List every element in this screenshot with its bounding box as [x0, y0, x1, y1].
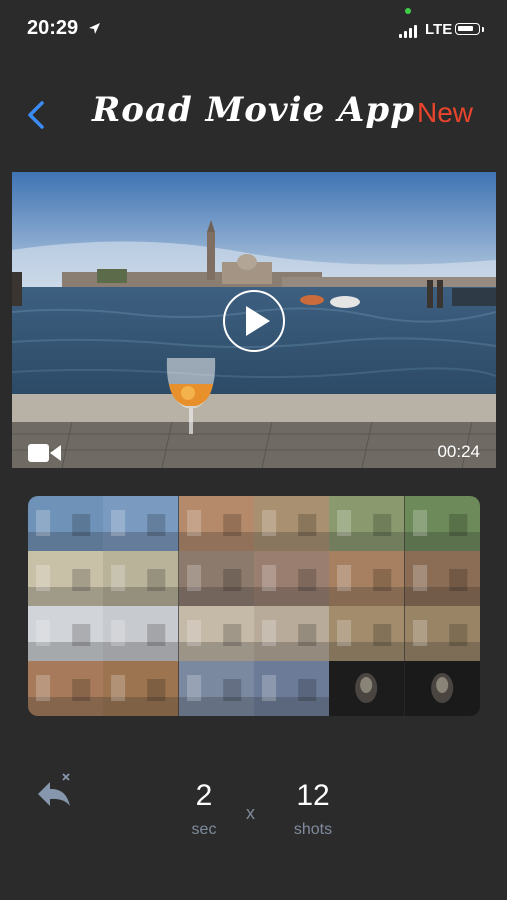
battery-level	[458, 26, 473, 31]
shot-thumbnail[interactable]	[28, 551, 104, 606]
seconds-unit-label: sec	[191, 821, 217, 838]
battery-nub	[482, 27, 484, 32]
status-time: 20:29	[27, 17, 79, 39]
shot-thumbnail[interactable]	[404, 661, 480, 716]
video-player[interactable]: 00:24	[12, 172, 496, 468]
shot-thumbnail[interactable]	[103, 606, 179, 661]
play-button-icon[interactable]	[222, 289, 286, 353]
shot-thumbnail[interactable]	[103, 551, 179, 606]
shot-thumbnail[interactable]	[329, 551, 405, 606]
shots-grid[interactable]	[28, 496, 480, 716]
shots-unit-label: shots	[293, 821, 333, 838]
shot-thumbnail[interactable]	[178, 606, 254, 661]
shot-thumbnail[interactable]	[254, 606, 330, 661]
shot-thumbnail[interactable]	[329, 606, 405, 661]
shot-thumbnail[interactable]	[103, 496, 179, 551]
shot-thumbnail[interactable]	[28, 496, 104, 551]
location-arrow-icon	[89, 23, 100, 34]
shots-value[interactable]: 12	[284, 779, 342, 813]
shot-thumbnail[interactable]	[178, 496, 254, 551]
shot-thumbnail[interactable]	[178, 551, 254, 606]
video-duration: 00:24	[437, 442, 480, 461]
undo-icon[interactable]	[36, 772, 76, 810]
status-bar: 20:29 LTE	[0, 0, 507, 62]
shot-thumbnail[interactable]	[404, 551, 480, 606]
shots-control[interactable]: 12 shots	[284, 779, 342, 839]
shot-thumbnail[interactable]	[254, 661, 330, 716]
shot-thumbnail[interactable]	[404, 496, 480, 551]
network-type: LTE	[425, 21, 453, 38]
signal-strength-icon	[399, 24, 419, 38]
shot-thumbnail[interactable]	[178, 661, 254, 716]
nav-bar: Road Movie App New	[0, 85, 507, 145]
seconds-value[interactable]: 2	[179, 779, 229, 813]
shot-thumbnail[interactable]	[28, 661, 104, 716]
shot-thumbnail[interactable]	[329, 496, 405, 551]
shot-thumbnail[interactable]	[254, 496, 330, 551]
shot-thumbnail[interactable]	[254, 551, 330, 606]
seconds-control[interactable]: 2 sec	[179, 779, 229, 839]
shot-thumbnail[interactable]	[404, 606, 480, 661]
shot-thumbnail[interactable]	[329, 661, 405, 716]
battery-icon	[455, 23, 480, 35]
multiply-sign: x	[246, 803, 255, 823]
video-camera-icon	[28, 444, 61, 462]
shot-thumbnail[interactable]	[103, 661, 179, 716]
new-button[interactable]: New	[417, 97, 473, 129]
mic-indicator-icon	[405, 8, 411, 14]
shot-thumbnail[interactable]	[28, 606, 104, 661]
